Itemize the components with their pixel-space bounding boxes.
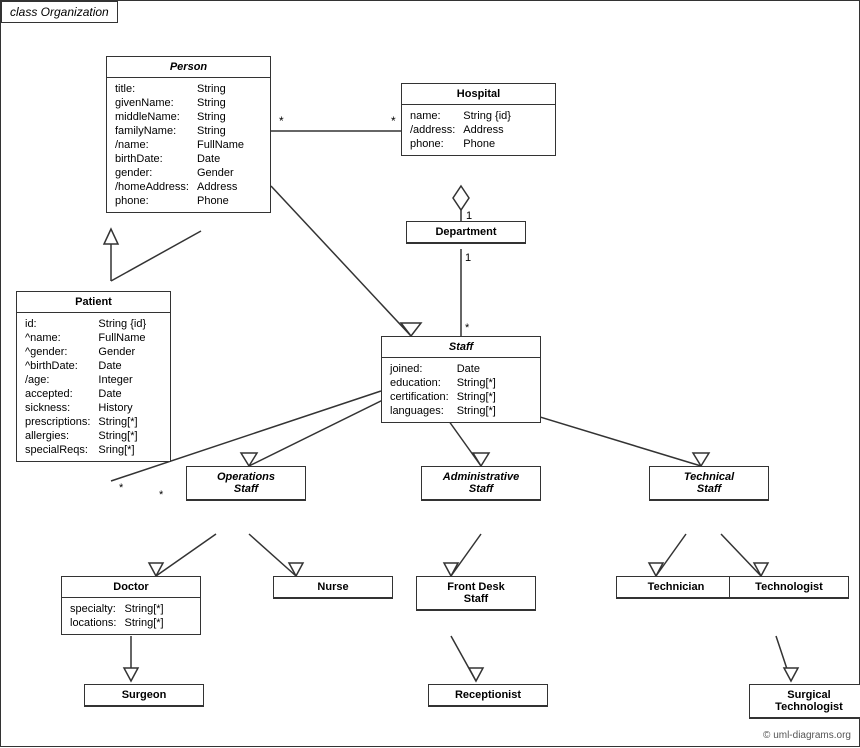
class-front-desk-staff-header: Front DeskStaff <box>417 577 535 610</box>
class-department-header: Department <box>407 222 525 243</box>
class-patient: Patient id:String {id} ^name:FullName ^g… <box>16 291 171 462</box>
class-surgeon: Surgeon <box>84 684 204 707</box>
class-doctor-body: specialty:String[*] locations:String[*] <box>62 598 200 634</box>
svg-text:*: * <box>279 114 284 128</box>
class-technician: Technician <box>616 576 736 599</box>
class-patient-body: id:String {id} ^name:FullName ^gender:Ge… <box>17 313 170 461</box>
class-staff-body: joined:Date education:String[*] certific… <box>382 358 540 422</box>
svg-text:*: * <box>465 322 470 334</box>
class-receptionist-header: Receptionist <box>429 685 547 706</box>
class-surgeon-header: Surgeon <box>85 685 203 706</box>
class-technologist: Technologist <box>729 576 849 599</box>
class-person: Person title:String givenName:String mid… <box>106 56 271 213</box>
class-doctor-header: Doctor <box>62 577 200 598</box>
class-technical-staff-header: TechnicalStaff <box>650 467 768 500</box>
class-front-desk-staff: Front DeskStaff <box>416 576 536 611</box>
class-hospital-header: Hospital <box>402 84 555 105</box>
class-operations-staff-header: OperationsStaff <box>187 467 305 500</box>
class-nurse: Nurse <box>273 576 393 599</box>
class-receptionist: Receptionist <box>428 684 548 707</box>
class-staff: Staff joined:Date education:String[*] ce… <box>381 336 541 423</box>
class-staff-header: Staff <box>382 337 540 358</box>
class-technical-staff: TechnicalStaff <box>649 466 769 501</box>
svg-text:*: * <box>159 489 164 501</box>
class-doctor: Doctor specialty:String[*] locations:Str… <box>61 576 201 635</box>
class-person-header: Person <box>107 57 270 78</box>
class-hospital-body: name:String {id} /address:Address phone:… <box>402 105 555 155</box>
class-administrative-staff: AdministrativeStaff <box>421 466 541 501</box>
class-operations-staff: OperationsStaff <box>186 466 306 501</box>
class-nurse-header: Nurse <box>274 577 392 598</box>
class-hospital: Hospital name:String {id} /address:Addre… <box>401 83 556 156</box>
class-administrative-staff-header: AdministrativeStaff <box>422 467 540 500</box>
diagram-container: class Organization * * 1 1 * <box>0 0 860 747</box>
class-technician-header: Technician <box>617 577 735 598</box>
diagram-title: class Organization <box>1 1 118 23</box>
copyright: © uml-diagrams.org <box>763 730 851 741</box>
class-department: Department <box>406 221 526 244</box>
class-surgical-technologist: SurgicalTechnologist <box>749 684 860 719</box>
class-person-body: title:String givenName:String middleName… <box>107 78 270 212</box>
svg-text:*: * <box>119 482 124 494</box>
svg-text:1: 1 <box>465 252 471 264</box>
class-patient-header: Patient <box>17 292 170 313</box>
class-technologist-header: Technologist <box>730 577 848 598</box>
svg-text:*: * <box>391 114 396 128</box>
class-surgical-technologist-header: SurgicalTechnologist <box>750 685 860 718</box>
